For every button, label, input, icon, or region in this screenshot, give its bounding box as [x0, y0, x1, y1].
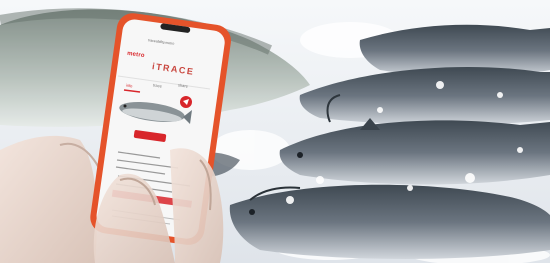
left-glove: [0, 135, 101, 263]
tab-info[interactable]: info: [126, 83, 133, 89]
fish-counter-photo: traceability.metro metro iTRACE info tra…: [0, 0, 550, 263]
tab-trace[interactable]: trace: [153, 82, 163, 88]
photo-background: [0, 0, 550, 263]
share-icon: [180, 96, 192, 108]
